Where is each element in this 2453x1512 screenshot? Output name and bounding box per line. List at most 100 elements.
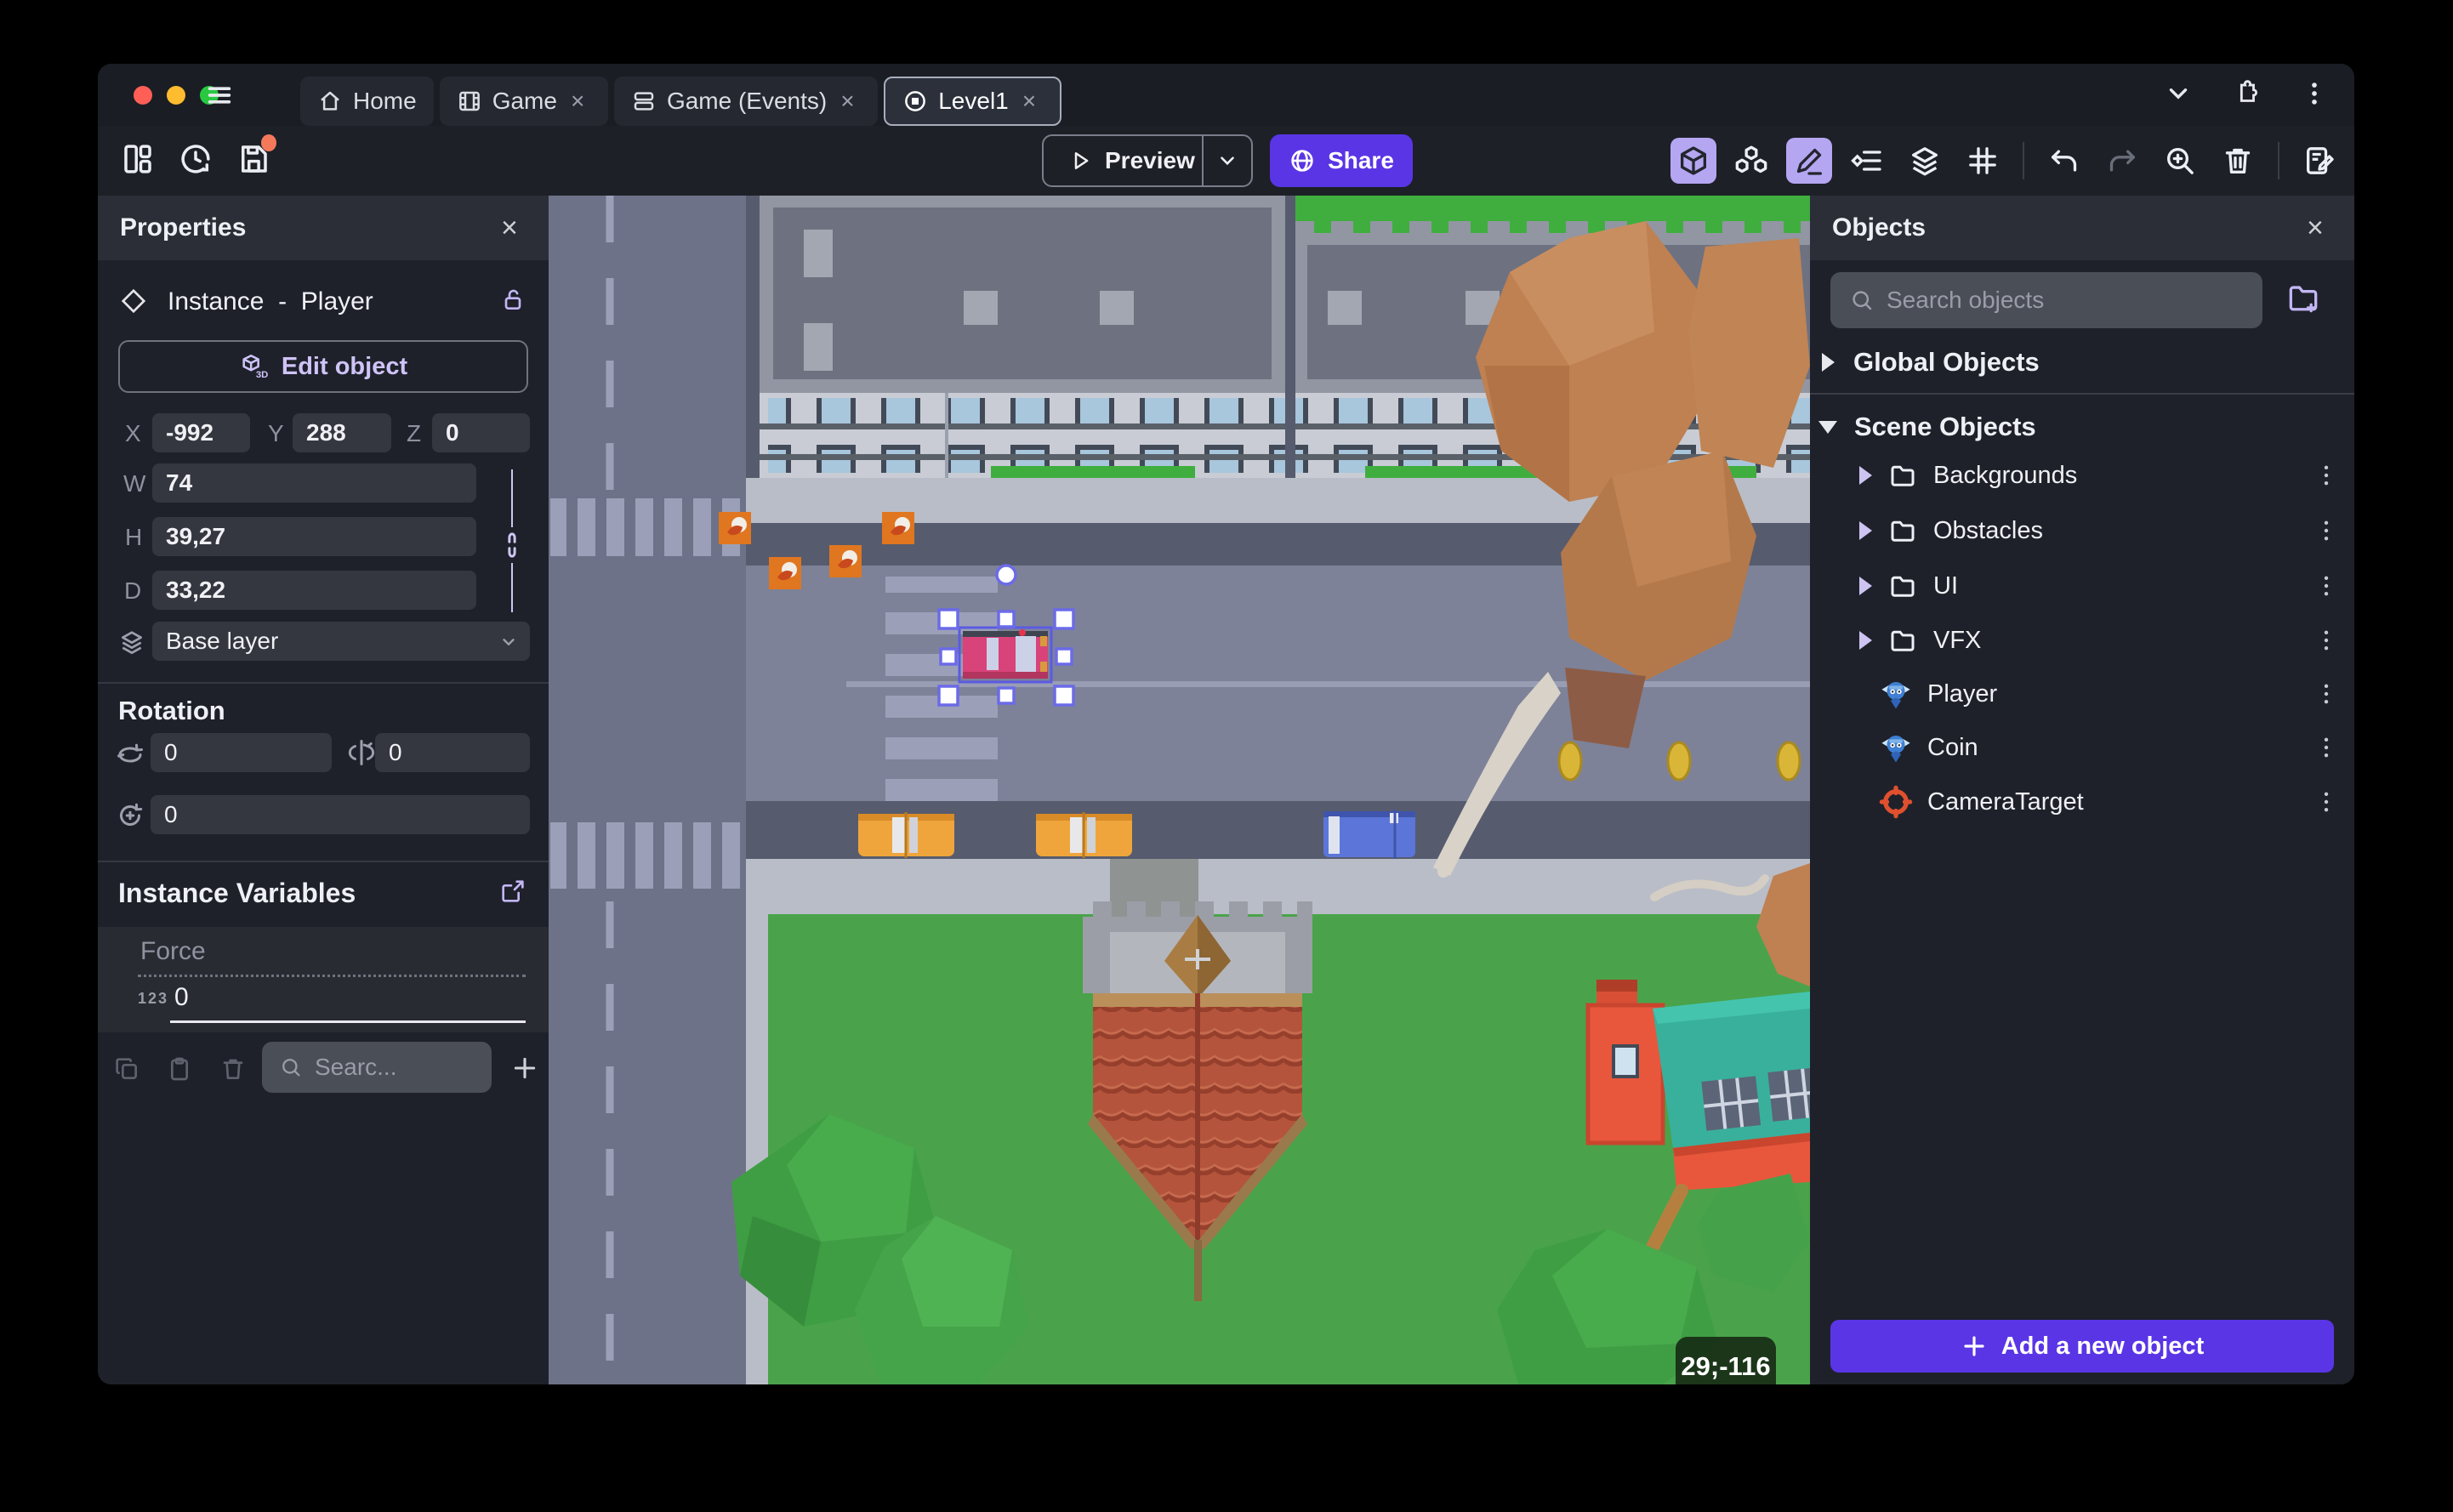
zoom-in-icon	[2167, 148, 2194, 174]
share-label: Share	[1328, 147, 1394, 173]
copy-icon[interactable]	[113, 1055, 140, 1083]
paste-icon[interactable]	[166, 1055, 193, 1083]
kebab-menu-icon[interactable]	[2317, 573, 2336, 599]
redo-button[interactable]	[2099, 138, 2145, 184]
grid-icon	[1969, 147, 1996, 174]
layers-button[interactable]	[1902, 138, 1948, 184]
tab-home[interactable]: Home	[300, 77, 434, 126]
object-row-cameratarget[interactable]: CameraTarget	[1810, 780, 2354, 824]
tab-close-icon[interactable]: ×	[840, 89, 861, 113]
objects-mode-button[interactable]	[1728, 138, 1774, 184]
main-menu-icon[interactable]	[204, 81, 235, 110]
cubes-stack-icon	[1735, 145, 1767, 173]
delete-button[interactable]	[2215, 138, 2261, 184]
kebab-menu-icon[interactable]	[2317, 518, 2336, 543]
objects-search-input[interactable]	[1887, 287, 2244, 314]
grid-button[interactable]	[1960, 138, 2006, 184]
minimize-window-button[interactable]	[167, 86, 185, 105]
width-row: W	[98, 463, 549, 503]
edit-object-button[interactable]: 3D Edit object	[118, 340, 528, 393]
rotation-x-input[interactable]	[151, 733, 332, 772]
scene-editor-canvas[interactable]	[549, 196, 1810, 1384]
tab-bar: Home Game × Game (Events) × Level1 ×	[300, 77, 1061, 126]
kebab-menu-icon[interactable]	[2317, 463, 2336, 488]
close-icon[interactable]: ×	[2307, 213, 2332, 242]
selected-player-instance[interactable]	[958, 626, 1053, 684]
instances-list-button[interactable]	[1844, 138, 1890, 184]
car-blue[interactable]	[1323, 810, 1415, 859]
app-window: Home Game × Game (Events) × Level1 × Pre…	[98, 64, 2354, 1384]
folder-row-vfx[interactable]: VFX	[1810, 618, 2354, 662]
layer-select[interactable]: Base layer	[152, 622, 530, 661]
kebab-menu-icon[interactable]	[2317, 628, 2336, 653]
folder-name: Backgrounds	[1933, 461, 2078, 489]
folder-row-obstacles[interactable]: Obstacles	[1810, 509, 2354, 553]
z-input[interactable]	[432, 413, 530, 452]
layer-row: Base layer	[98, 622, 549, 661]
preview-dropdown-button[interactable]	[1204, 150, 1251, 172]
history-icon[interactable]	[178, 141, 213, 177]
car-yellow-1[interactable]	[858, 812, 954, 858]
rotation-z-input[interactable]	[151, 795, 530, 834]
tab-close-icon[interactable]: ×	[1022, 89, 1043, 113]
object-row-player[interactable]: Player	[1810, 672, 2354, 716]
share-button[interactable]: Share	[1270, 134, 1413, 187]
events-sheet-icon	[634, 92, 654, 111]
expand-chevron-icon	[1859, 521, 1872, 540]
tab-close-icon[interactable]: ×	[571, 89, 591, 113]
object-name: CameraTarget	[1927, 787, 2084, 816]
panels-layout-icon[interactable]	[120, 141, 156, 177]
lock-open-icon[interactable]	[499, 286, 526, 313]
object-row-coin[interactable]: Coin	[1810, 725, 2354, 770]
add-new-object-button[interactable]: Add a new object	[1830, 1320, 2334, 1373]
objects-search-box[interactable]	[1830, 272, 2262, 328]
tab-label: Game (Events)	[666, 88, 828, 114]
variable-name: Force	[140, 937, 206, 965]
cube-3d-icon	[1681, 146, 1706, 175]
preview-button-main[interactable]: Preview	[1044, 147, 1202, 174]
toggle-3d-view-button[interactable]	[1670, 138, 1716, 184]
close-icon[interactable]: ×	[501, 213, 526, 242]
object-name: Player	[1927, 679, 1998, 708]
x-input[interactable]	[152, 413, 250, 452]
open-in-editor-icon[interactable]	[499, 878, 526, 905]
zoom-button[interactable]	[2157, 138, 2203, 184]
variables-search-input[interactable]	[315, 1054, 475, 1081]
titlebar-right-controls	[2164, 79, 2329, 108]
link-proportions-icon[interactable]	[499, 529, 525, 561]
more-menu-icon[interactable]	[2300, 79, 2329, 108]
car-yellow-2[interactable]	[1036, 812, 1132, 858]
folder-row-ui[interactable]: UI	[1810, 564, 2354, 608]
add-folder-icon[interactable]	[2285, 279, 2322, 316]
scene-properties-button[interactable]	[2296, 138, 2342, 184]
object-name: Coin	[1927, 733, 1978, 761]
chevron-down-icon[interactable]	[2164, 79, 2193, 108]
preview-button[interactable]: Preview	[1042, 134, 1253, 187]
variable-value[interactable]: 0	[174, 983, 189, 1012]
extensions-puzzle-icon[interactable]	[2232, 79, 2261, 108]
trash-icon[interactable]	[219, 1055, 247, 1083]
rotation-y-input[interactable]	[375, 733, 530, 772]
undo-button[interactable]	[2041, 138, 2087, 184]
width-input[interactable]	[152, 463, 476, 503]
scene-objects-group[interactable]: Scene Objects	[1810, 405, 2354, 449]
tab-level1[interactable]: Level1 ×	[884, 77, 1061, 126]
variables-search-box[interactable]	[262, 1042, 492, 1093]
variable-row-force[interactable]: Force 123 0	[98, 927, 549, 1032]
global-objects-group[interactable]: Global Objects	[1810, 340, 2354, 384]
kebab-menu-icon[interactable]	[2317, 735, 2336, 760]
close-window-button[interactable]	[134, 86, 152, 105]
height-input[interactable]	[152, 517, 476, 556]
toolbar-divider	[2278, 142, 2279, 179]
kebab-menu-icon[interactable]	[2317, 681, 2336, 707]
kebab-menu-icon[interactable]	[2317, 789, 2336, 815]
tab-game[interactable]: Game ×	[439, 77, 608, 126]
notebook-edit-icon	[2307, 147, 2334, 174]
add-variable-icon[interactable]	[510, 1054, 539, 1083]
depth-input[interactable]	[152, 571, 476, 610]
tab-game-events[interactable]: Game (Events) ×	[613, 77, 879, 126]
folder-name: UI	[1933, 571, 1958, 600]
y-input[interactable]	[293, 413, 391, 452]
folder-row-backgrounds[interactable]: Backgrounds	[1810, 453, 2354, 497]
edit-mode-button[interactable]	[1786, 138, 1832, 184]
